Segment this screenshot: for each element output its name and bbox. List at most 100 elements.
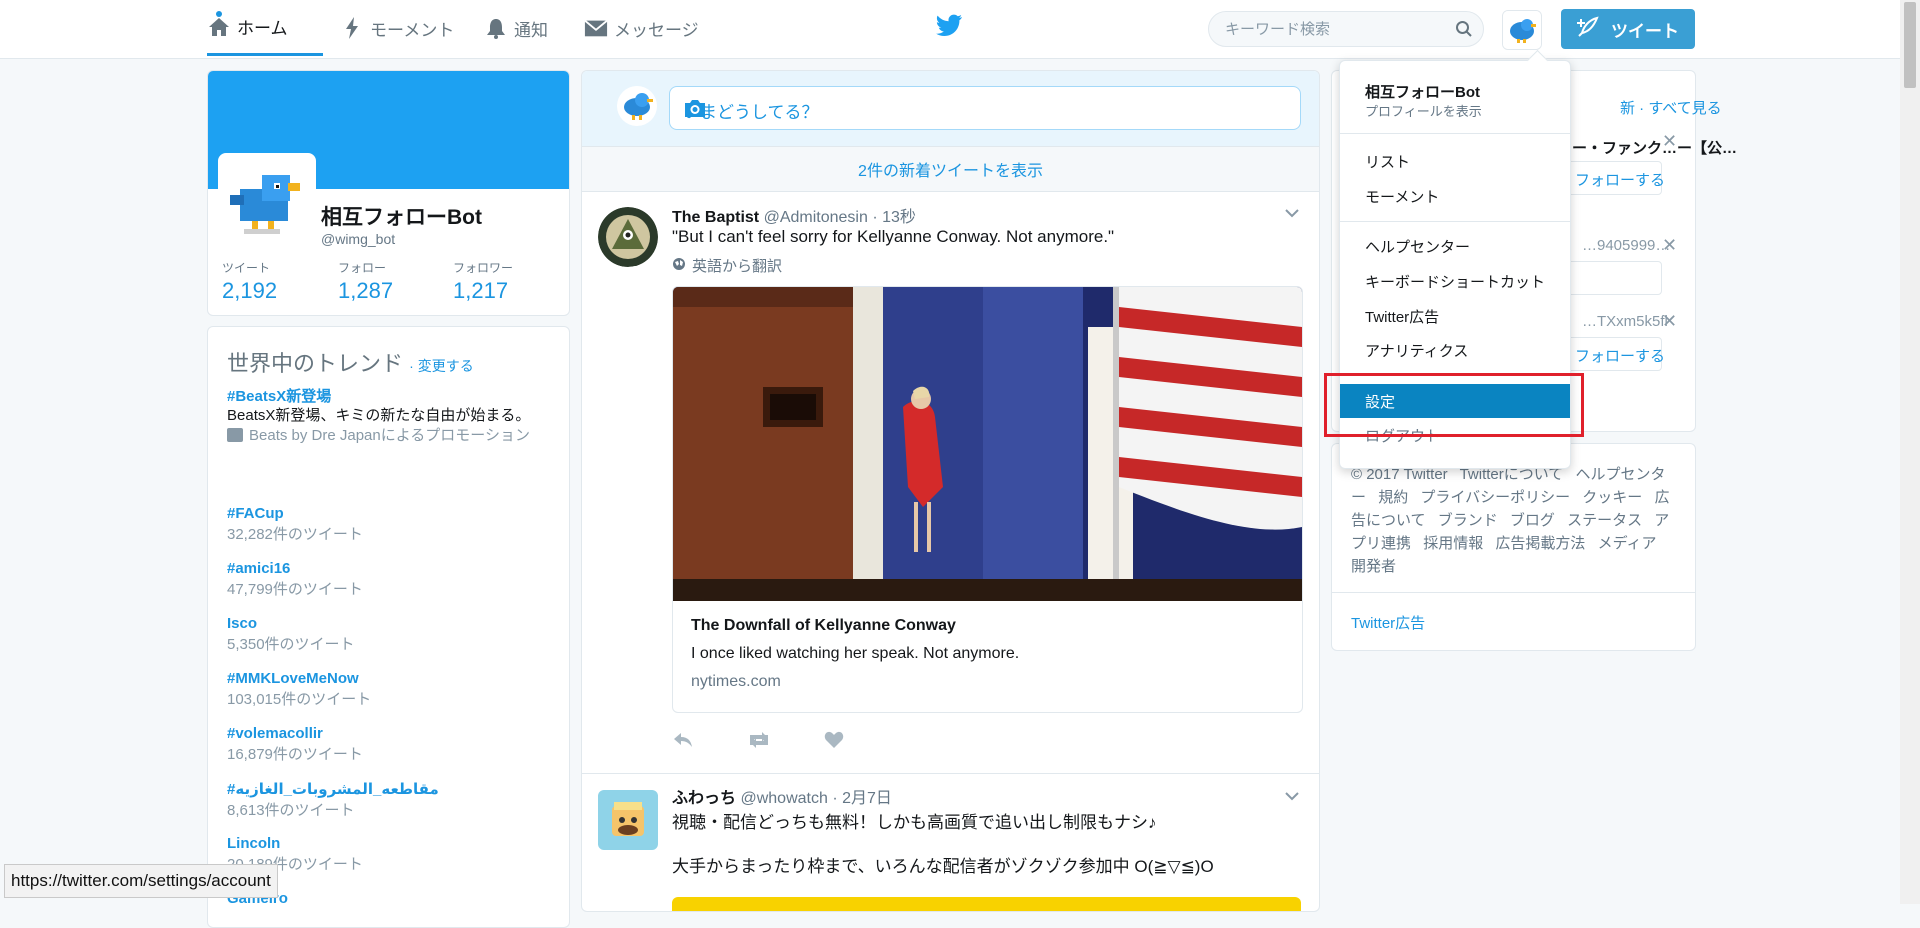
- trend-item[interactable]: Isco 5,350件のツイート: [227, 615, 547, 654]
- trend-name[interactable]: Isco: [227, 615, 547, 632]
- heart-icon[interactable]: [824, 731, 844, 752]
- footer-link[interactable]: クッキー: [1582, 489, 1642, 506]
- tweet-header: The Baptist @Admitonesin · 13秒: [672, 203, 916, 227]
- follow-button[interactable]: フォローする: [1564, 337, 1665, 371]
- follow-button[interactable]: フォローする: [1564, 161, 1665, 195]
- stat-following[interactable]: フォロー 1,287: [338, 259, 393, 304]
- trend-description: BeatsX新登場、キミの新たな自由が始まる。: [227, 407, 531, 424]
- search-bar[interactable]: [1208, 11, 1484, 47]
- dropdown-view-profile[interactable]: プロフィールを表示: [1365, 101, 1482, 120]
- footer-link[interactable]: 広告掲載方法: [1495, 535, 1585, 552]
- top-navigation: ホーム モーメント 通知 メッセージ ツイート: [0, 0, 1900, 59]
- twitter-bird-icon[interactable]: [935, 14, 963, 41]
- dropdown-account-name[interactable]: 相互フォローBot: [1365, 81, 1480, 102]
- compose-tweet-button[interactable]: ツイート: [1561, 9, 1695, 49]
- footer-link[interactable]: ステータス: [1567, 512, 1642, 529]
- tweet-text: 大手からまったり枠まで、いろんな配信者がゾクゾク参加中 O(≧▽≦)O: [672, 857, 1214, 876]
- profile-handle[interactable]: @wimg_bot: [321, 231, 395, 247]
- trend-name[interactable]: #volemacollir: [227, 725, 547, 742]
- dropdown-item-help[interactable]: ヘルプセンター: [1340, 229, 1570, 263]
- account-avatar-button[interactable]: [1502, 10, 1542, 50]
- footer-card: © 2017 Twitter Twitterについて ヘルプセンター 規約 プラ…: [1331, 443, 1696, 651]
- close-icon[interactable]: ✕: [1662, 311, 1677, 332]
- trend-item[interactable]: #مقاطعه_المشروبات_الغازيه 8,613件のツイート: [227, 780, 547, 820]
- tweet-timestamp[interactable]: · 2月7日: [832, 790, 892, 807]
- stat-label: フォロー: [338, 261, 387, 275]
- reply-icon[interactable]: [672, 731, 694, 752]
- nav-moments[interactable]: モーメント: [340, 0, 454, 56]
- trend-item[interactable]: #amici16 47,799件のツイート: [227, 560, 547, 599]
- chevron-down-icon[interactable]: [1285, 205, 1299, 221]
- close-icon[interactable]: ✕: [1662, 235, 1677, 256]
- chevron-down-icon[interactable]: [1285, 788, 1299, 804]
- tweet-author-name[interactable]: ふわっち: [672, 790, 736, 807]
- scrollbar-thumb[interactable]: [1904, 2, 1916, 88]
- stat-followers[interactable]: フォロワー 1,217: [453, 259, 513, 304]
- trend-item[interactable]: #FACup 32,282件のツイート: [227, 505, 547, 544]
- tweet-author-handle[interactable]: @whowatch: [740, 790, 827, 807]
- trend-item[interactable]: #volemacollir 16,879件のツイート: [227, 725, 547, 764]
- tweet-avatar[interactable]: [598, 207, 658, 267]
- follow-button[interactable]: [1564, 261, 1662, 295]
- trend-name[interactable]: #amici16: [227, 560, 547, 577]
- footer-link[interactable]: 採用情報: [1423, 535, 1483, 552]
- trends-change-link[interactable]: · 変更する: [409, 358, 474, 374]
- page-scrollbar[interactable]: [1900, 0, 1920, 904]
- nav-notifications[interactable]: 通知: [484, 0, 548, 56]
- trend-name[interactable]: #مقاطعه_المشروبات_الغازيه: [227, 780, 547, 798]
- suggestion-handle[interactable]: …TXxm5k5fl: [1582, 313, 1668, 330]
- dropdown-item-moments[interactable]: モーメント: [1340, 179, 1570, 213]
- footer-link[interactable]: ブログ: [1510, 512, 1555, 529]
- tweet-author-name[interactable]: The Baptist: [672, 209, 759, 226]
- tweet-media-preview[interactable]: [672, 897, 1301, 911]
- trend-name[interactable]: #MMKLoveMeNow: [227, 670, 547, 687]
- trend-name[interactable]: #FACup: [227, 505, 547, 522]
- tweet[interactable]: The Baptist @Admitonesin · 13秒 "But I ca…: [582, 191, 1319, 774]
- trend-count: 47,799件のツイート: [227, 581, 363, 598]
- trend-name[interactable]: #BeatsX新登場: [227, 385, 547, 406]
- suggestion-handle[interactable]: …9405999…: [1582, 237, 1670, 254]
- suggestion-name[interactable]: ー・ファンク…ー【公…: [1572, 137, 1737, 158]
- stat-tweets[interactable]: ツイート 2,192: [222, 259, 277, 304]
- close-icon[interactable]: ✕: [1662, 131, 1677, 152]
- tweet-actions: [672, 731, 844, 752]
- footer-link[interactable]: メディア: [1598, 535, 1657, 552]
- browser-status-url: https://twitter.com/settings/account: [4, 864, 278, 898]
- footer-link[interactable]: プライバシーポリシー: [1420, 489, 1570, 506]
- link-card[interactable]: The Downfall of Kellyanne Conway I once …: [672, 286, 1303, 713]
- dropdown-item-lists[interactable]: リスト: [1340, 144, 1570, 178]
- tweet-avatar[interactable]: [598, 790, 658, 850]
- link-card-image[interactable]: [673, 287, 1302, 601]
- tweet[interactable]: ふわっち @whowatch · 2月7日 視聴・配信どっちも無料！しかも高画質…: [582, 774, 1319, 911]
- tweet-author-handle[interactable]: @Admitonesin: [764, 209, 868, 226]
- trend-item[interactable]: #MMKLoveMeNow 103,015件のツイート: [227, 670, 547, 709]
- translate-link[interactable]: 英語から翻訳: [672, 255, 782, 276]
- dropdown-item-ads[interactable]: Twitter広告: [1340, 299, 1570, 333]
- dropdown-item-analytics[interactable]: アナリティクス: [1340, 333, 1570, 367]
- new-tweets-bar[interactable]: 2件の新着ツイートを表示: [582, 146, 1319, 192]
- camera-icon[interactable]: [683, 98, 1290, 123]
- trends-card: 世界中のトレンド · 変更する #BeatsX新登場 BeatsX新登場、キミの…: [207, 326, 570, 928]
- trend-item[interactable]: #BeatsX新登場 BeatsX新登場、キミの新たな自由が始まる。 Beats…: [227, 385, 547, 446]
- dropdown-divider: [1340, 221, 1570, 222]
- footer-ads-link[interactable]: Twitter広告: [1351, 612, 1425, 633]
- profile-name[interactable]: 相互フォローBot: [321, 201, 482, 231]
- quill-icon: [1577, 16, 1601, 43]
- retweet-icon[interactable]: [746, 731, 772, 752]
- compose-input[interactable]: いまどうしてる？: [669, 86, 1301, 130]
- footer-link[interactable]: 開発者: [1351, 558, 1396, 575]
- dropdown-item-shortcuts[interactable]: キーボードショートカット: [1340, 264, 1570, 298]
- search-icon[interactable]: [1455, 20, 1473, 41]
- nav-home[interactable]: ホーム: [207, 0, 323, 56]
- trend-count: 8,613件のツイート: [227, 802, 355, 819]
- trend-name[interactable]: Lincoln: [227, 835, 547, 852]
- footer-link[interactable]: ブランド: [1438, 512, 1498, 529]
- nav-messages[interactable]: メッセージ: [584, 0, 699, 56]
- trends-title-text: 世界中のトレンド: [227, 351, 404, 376]
- footer-link[interactable]: 規約: [1378, 489, 1408, 506]
- tweet-timestamp[interactable]: · 13秒: [872, 209, 916, 226]
- who-to-follow-links[interactable]: 新 · すべて見る: [1620, 97, 1722, 118]
- search-input[interactable]: [1209, 19, 1447, 39]
- profile-avatar[interactable]: [218, 153, 316, 251]
- trend-count: 32,282件のツイート: [227, 526, 363, 543]
